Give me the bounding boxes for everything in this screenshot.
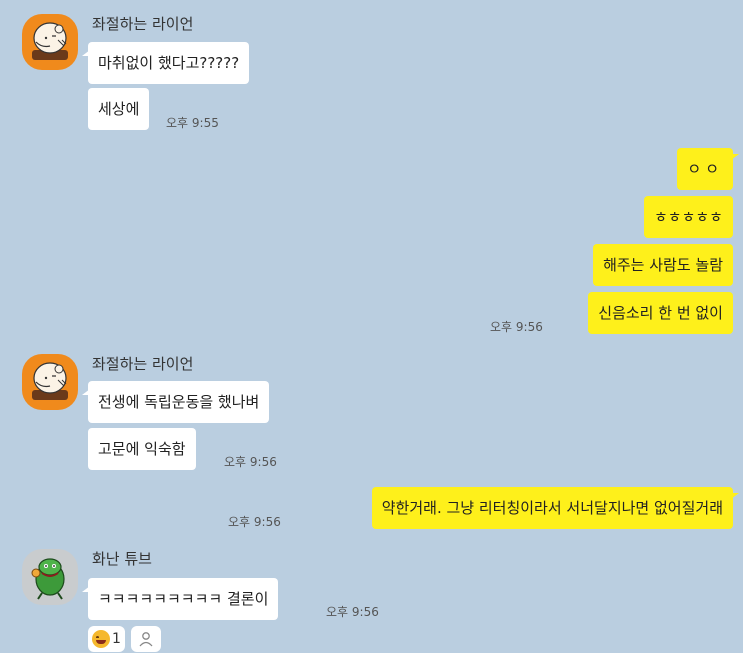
message-bubble: 전생에 독립운동을 했나벼 — [81, 381, 270, 423]
sender-name: 좌절하는 라이언 — [92, 355, 194, 373]
sender-name: 화난 튜브 — [92, 550, 152, 568]
chat-message[interactable]: 고문에 익숙함 — [88, 428, 196, 470]
avatar-lion[interactable] — [22, 354, 78, 410]
reaction-bar: 1 — [88, 626, 161, 652]
avatar-lion[interactable] — [22, 14, 78, 70]
chat-message[interactable]: 해주는 사람도 놀람 — [593, 244, 733, 286]
chat-message[interactable]: 세상에 — [88, 88, 150, 130]
add-reaction-button[interactable] — [130, 626, 161, 652]
message-time: 오후 9:56 — [228, 515, 281, 529]
message-time: 오후 9:56 — [326, 605, 379, 619]
chat-message[interactable]: ㅇㅇ — [677, 148, 739, 190]
ryan-character-icon — [32, 362, 68, 400]
message-time: 오후 9:55 — [166, 116, 219, 130]
chat-message[interactable]: 전생에 독립운동을 했나벼 — [81, 381, 270, 423]
message-bubble: 신음소리 한 번 없이 — [588, 292, 733, 334]
message-bubble: 고문에 익숙함 — [88, 428, 196, 470]
chat-message[interactable]: 마취없이 했다고????? — [81, 42, 250, 84]
chat-message[interactable]: ㅎㅎㅎㅎㅎ — [643, 196, 733, 238]
reaction-laugh[interactable]: 1 — [88, 626, 125, 652]
message-bubble: ㅇㅇ — [677, 148, 739, 190]
message-time: 오후 9:56 — [224, 455, 277, 469]
chat-message[interactable]: ㅋㅋㅋㅋㅋㅋㅋㅋㅋ 결론이 — [81, 578, 279, 620]
tube-character-icon — [31, 558, 65, 600]
person-icon — [139, 632, 153, 647]
laughing-emoji-icon — [92, 630, 110, 648]
message-time: 오후 9:56 — [490, 320, 543, 334]
message-bubble: 마취없이 했다고????? — [81, 42, 250, 84]
ryan-character-icon — [32, 22, 68, 60]
message-bubble: 세상에 — [88, 88, 150, 130]
message-bubble: 해주는 사람도 놀람 — [593, 244, 733, 286]
message-bubble: ㅋㅋㅋㅋㅋㅋㅋㅋㅋ 결론이 — [81, 578, 279, 620]
chat-message[interactable]: 신음소리 한 번 없이 — [588, 292, 733, 334]
chat-message[interactable]: 약한거래. 그냥 리터칭이라서 서너달지나면 없어질거래 — [371, 487, 740, 529]
reaction-count: 1 — [112, 631, 121, 647]
avatar-tube[interactable] — [22, 549, 78, 605]
message-bubble: ㅎㅎㅎㅎㅎ — [643, 196, 733, 238]
sender-name: 좌절하는 라이언 — [92, 15, 194, 33]
message-bubble: 약한거래. 그냥 리터칭이라서 서너달지나면 없어질거래 — [371, 487, 740, 529]
